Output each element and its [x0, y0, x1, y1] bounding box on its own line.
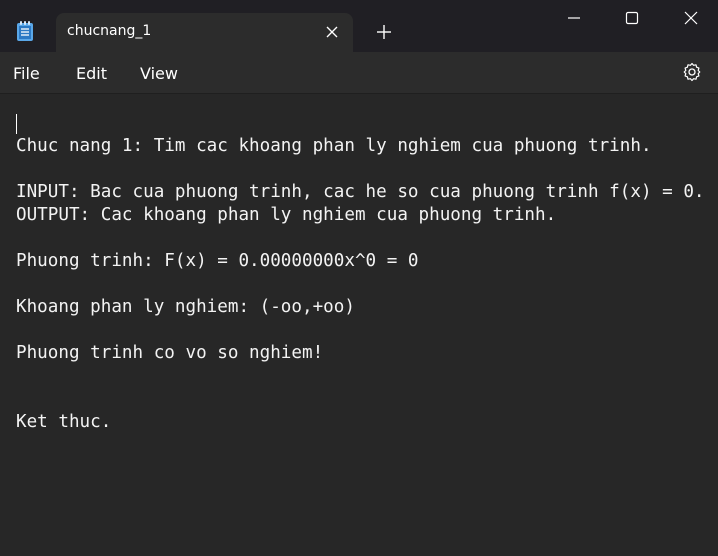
document-text[interactable]: Chuc nang 1: Tim cac khoang phan ly nghi… — [16, 135, 706, 434]
close-tab-icon[interactable] — [325, 24, 339, 38]
menu-file[interactable]: File — [13, 64, 40, 83]
plus-icon[interactable] — [376, 24, 392, 40]
minimize-icon[interactable] — [566, 10, 582, 26]
notepad-icon — [16, 20, 34, 42]
title-bar: chucnang_1 — [0, 0, 718, 52]
tab-title: chucnang_1 — [67, 23, 152, 39]
menu-bar: File Edit View — [0, 52, 718, 94]
document-tab[interactable]: chucnang_1 — [56, 13, 353, 52]
maximize-icon[interactable] — [624, 10, 640, 26]
text-caret — [16, 114, 17, 134]
menu-edit[interactable]: Edit — [76, 64, 107, 83]
text-editor[interactable]: Chuc nang 1: Tim cac khoang phan ly nghi… — [0, 94, 718, 556]
gear-icon[interactable] — [682, 62, 702, 82]
close-icon[interactable] — [683, 10, 699, 26]
menu-view[interactable]: View — [140, 64, 178, 83]
